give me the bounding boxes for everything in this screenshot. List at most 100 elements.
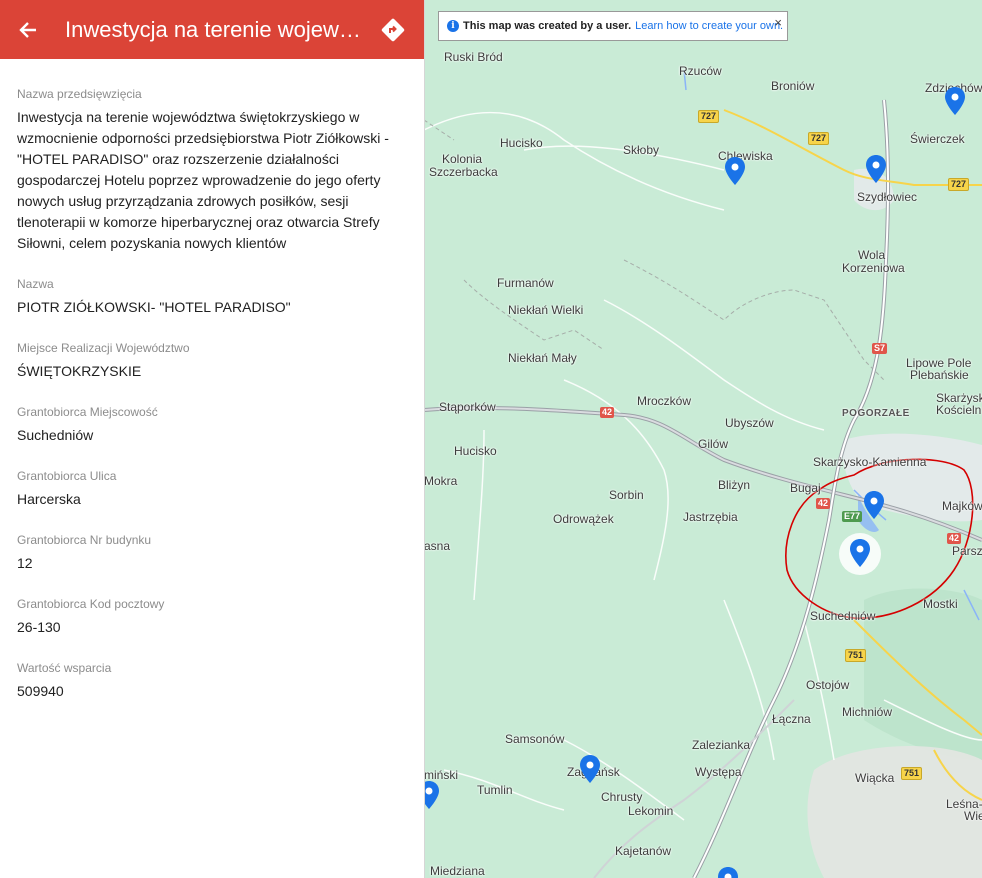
place-label: Lekomin bbox=[628, 804, 674, 818]
field-support-value: Wartość wsparcia 509940 bbox=[17, 660, 407, 702]
place-label: Hucisko bbox=[454, 444, 497, 458]
road-shield: 42 bbox=[947, 533, 962, 544]
map-canvas[interactable]: i This map was created by a user. Learn … bbox=[424, 0, 982, 878]
place-label: Hucisko bbox=[500, 136, 543, 150]
details-list: Nazwa przedsięwzięcia Inwestycja na tere… bbox=[17, 86, 407, 724]
map-marker[interactable] bbox=[579, 754, 601, 784]
panel-title: Inwestycja na terenie wojewód… bbox=[65, 16, 362, 42]
road-shield: S7 bbox=[872, 343, 888, 354]
place-label: Rzuców bbox=[679, 64, 722, 78]
field-label: Grantobiorca Miejscowość bbox=[17, 405, 158, 419]
details-panel: Inwestycja na terenie wojewód… Nazwa prz… bbox=[0, 0, 425, 878]
place-label: Gilów bbox=[698, 437, 729, 451]
map-notice: i This map was created by a user. Learn … bbox=[438, 11, 788, 41]
field-label: Nazwa bbox=[17, 277, 54, 291]
place-label: Niekłań Mały bbox=[508, 351, 577, 365]
road-shield: 42 bbox=[816, 498, 831, 509]
place-label: Kolonia bbox=[442, 152, 483, 166]
place-label: asna bbox=[424, 539, 451, 553]
place-label: Skarżysko-Kamienna bbox=[813, 455, 927, 469]
place-label: Korzeniowa bbox=[842, 261, 905, 275]
field-name: Nazwa PIOTR ZIÓŁKOWSKI- "HOTEL PARADISO" bbox=[17, 276, 407, 318]
place-label: Plebańskie bbox=[910, 368, 969, 382]
field-value: 12 bbox=[17, 555, 33, 571]
road-shield: 751 bbox=[845, 649, 867, 662]
place-label: POGORZAŁE bbox=[842, 408, 910, 419]
place-label: Miedziana bbox=[430, 864, 485, 878]
arrow-left-icon bbox=[19, 21, 36, 38]
pin-icon bbox=[580, 755, 600, 783]
directions-icon bbox=[381, 18, 405, 41]
field-voivodeship: Miejsce Realizacji Województwo ŚWIĘTOKRZ… bbox=[17, 340, 407, 382]
pin-icon bbox=[718, 867, 738, 878]
field-value: ŚWIĘTOKRZYSKIE bbox=[17, 363, 142, 379]
field-label: Grantobiorca Nr budynku bbox=[17, 533, 152, 547]
map-marker[interactable] bbox=[717, 866, 739, 878]
place-label: Szydłowiec bbox=[857, 190, 918, 204]
field-label: Grantobiorca Ulica bbox=[17, 469, 117, 483]
place-label: Ubyszów bbox=[725, 416, 774, 430]
selected-map-marker[interactable] bbox=[849, 538, 871, 568]
place-label: Zalezianka bbox=[692, 738, 751, 752]
field-city: Grantobiorca Miejscowość Suchedniów bbox=[17, 404, 407, 446]
place-label: Majków bbox=[942, 499, 982, 513]
pin-icon bbox=[864, 491, 884, 519]
place-label: Szczerbacka bbox=[429, 165, 498, 179]
place-label: Wie bbox=[964, 809, 982, 823]
field-value: PIOTR ZIÓŁKOWSKI- "HOTEL PARADISO" bbox=[17, 299, 291, 315]
place-label: Sorbin bbox=[609, 488, 644, 502]
place-label: Mostki bbox=[923, 597, 958, 611]
map-marker[interactable] bbox=[863, 490, 885, 520]
back-button[interactable] bbox=[0, 0, 56, 59]
place-label: Furmanów bbox=[497, 276, 554, 290]
map-marker[interactable] bbox=[724, 156, 746, 186]
panel-header: Inwestycja na terenie wojewód… bbox=[0, 0, 424, 59]
place-label: Jastrzębia bbox=[683, 510, 738, 524]
urban-area bbox=[807, 746, 982, 878]
place-label: Mokra bbox=[424, 474, 458, 488]
road-shield: 727 bbox=[808, 132, 830, 145]
directions-button[interactable] bbox=[362, 0, 424, 59]
place-label: Bugaj bbox=[790, 481, 821, 495]
place-label: Stąporków bbox=[439, 400, 496, 414]
place-label: Występa bbox=[695, 765, 742, 779]
place-label: Kajetanów bbox=[615, 844, 672, 858]
field-label: Nazwa przedsięwzięcia bbox=[17, 87, 142, 101]
close-icon[interactable]: × bbox=[774, 15, 782, 30]
field-project-name: Nazwa przedsięwzięcia Inwestycja na tere… bbox=[17, 86, 407, 254]
notice-text: This map was created by a user. bbox=[463, 20, 632, 32]
place-label: Łączna bbox=[772, 712, 811, 726]
info-icon: i bbox=[447, 20, 459, 32]
place-label: Kościeln bbox=[936, 403, 982, 417]
place-label: Tumlin bbox=[477, 783, 513, 797]
field-label: Wartość wsparcia bbox=[17, 661, 112, 675]
road-shield: 42 bbox=[600, 407, 615, 418]
place-label: Mroczków bbox=[637, 394, 692, 408]
pin-icon bbox=[424, 781, 439, 809]
map-marker[interactable] bbox=[944, 86, 966, 116]
map-marker[interactable] bbox=[865, 154, 887, 184]
pin-icon bbox=[866, 155, 886, 183]
forest-dark bbox=[864, 588, 982, 760]
field-value: 26-130 bbox=[17, 619, 61, 635]
learn-more-link[interactable]: Learn how to create your own. bbox=[635, 20, 783, 32]
place-label: Skłoby bbox=[623, 143, 660, 157]
field-building-number: Grantobiorca Nr budynku 12 bbox=[17, 532, 407, 574]
place-label: Ostojów bbox=[806, 678, 850, 692]
place-label: Odrowążek bbox=[553, 512, 614, 526]
road-shield: E77 bbox=[842, 511, 863, 522]
place-label: Wola bbox=[858, 248, 886, 262]
pin-icon bbox=[850, 539, 870, 567]
map-marker[interactable] bbox=[424, 780, 440, 810]
place-label: Broniów bbox=[771, 79, 815, 93]
place-label: Chrusty bbox=[601, 790, 643, 804]
pin-icon bbox=[945, 87, 965, 115]
place-label: Samsonów bbox=[505, 732, 565, 746]
place-label: Bliżyn bbox=[718, 478, 751, 492]
place-label: Niekłań Wielki bbox=[508, 303, 584, 317]
field-label: Miejsce Realizacji Województwo bbox=[17, 341, 190, 355]
place-label: Świerczek bbox=[910, 132, 965, 146]
field-postal-code: Grantobiorca Kod pocztowy 26-130 bbox=[17, 596, 407, 638]
road-shield: 727 bbox=[948, 178, 970, 191]
pin-icon bbox=[725, 157, 745, 185]
